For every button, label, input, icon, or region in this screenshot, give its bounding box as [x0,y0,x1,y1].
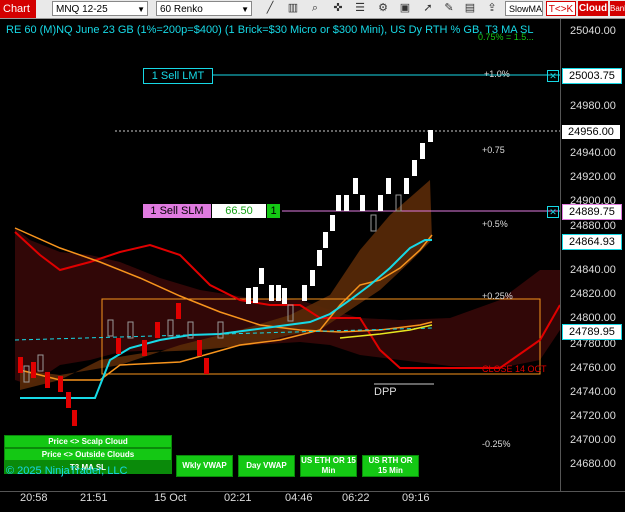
price-tick: 24920.00 [570,171,616,183]
level-minus-025: -0.25% [482,439,511,449]
price-tick: 24980.00 [570,100,616,112]
price-tick: 24680.00 [570,458,616,470]
instrument-selector[interactable]: MNQ 12-25 ▼ [52,1,148,16]
price-chart-svg [14,74,560,426]
instrument-label: MNQ 12-25 [56,4,108,15]
price-tick: 24820.00 [570,288,616,300]
level-plus-05: +0.5% [482,219,508,229]
chart-trader-icon[interactable]: ▤ [462,1,478,16]
time-tick: 04:46 [285,492,313,504]
bookmark-icon[interactable]: ▣ [397,1,413,16]
price-tick: 25040.00 [570,25,616,37]
time-tick: 21:51 [80,492,108,504]
price-tick: 24740.00 [570,386,616,398]
arrow-icon[interactable]: ➚ [420,1,436,16]
price-tick: 24840.00 [570,264,616,276]
last-price-tag: 24956.00 [562,125,620,139]
sell-lmt-order[interactable]: 1 Sell LMT [143,68,213,84]
slm-offset: 66.50 [212,204,266,218]
price-tick: 24800.00 [570,312,616,324]
wkly-vwap-button[interactable]: Wkly VWAP [176,455,233,477]
scalp-cloud-button[interactable]: Price <> Scalp Cloud [4,435,172,448]
chart-toolbar: Chart MNQ 12-25 ▼ 60 Renko ▼ ╱ ▥ ⌕ ✜ ☰ ⚙ ▣… [0,0,625,19]
indicator-label: SlowMA [509,4,543,14]
strategy-icon[interactable]: ⚙ [375,1,391,16]
interval-label: 60 Renko [160,4,203,15]
tk-button[interactable]: T<>K [546,1,576,16]
sell-lmt-price-tag: 25003.75 [562,68,622,84]
us-eth-or-button[interactable]: US ETH OR 15 Min [300,455,357,477]
price-tick: 24720.00 [570,410,616,422]
bars-icon[interactable]: ▥ [285,1,301,16]
price-tick: 24700.00 [570,434,616,446]
time-tick: 02:21 [224,492,252,504]
outside-clouds-button[interactable]: Price <> Outside Clouds [4,448,172,461]
chevron-down-icon: ▼ [241,5,249,14]
indicator-selector[interactable]: SlowMA [505,1,543,16]
time-tick: 20:58 [20,492,48,504]
price-tick: 24940.00 [570,147,616,159]
crosshair-icon[interactable]: ✜ [330,1,346,16]
slm-quantity[interactable]: 1 [267,204,280,218]
time-tick: 09:16 [402,492,430,504]
level-plus-1: +1.0% [484,69,510,79]
chart-tab[interactable]: Chart [0,0,36,18]
us-rth-or-button[interactable]: US RTH OR 15 Min [362,455,419,477]
zoom-icon[interactable]: ⌕ [307,1,323,16]
close-slm-icon[interactable]: ✕ [547,206,559,218]
price-tick: 24760.00 [570,362,616,374]
chevron-down-icon: ▼ [137,5,145,14]
close-lmt-icon[interactable]: ✕ [547,70,559,82]
level-plus-075: +0.75 [482,145,505,155]
properties-icon[interactable]: ☰ [352,1,368,16]
chart-title: RE 60 (M)NQ June 23 GB (1%=200p=$400) (1… [6,24,534,36]
bank-button[interactable]: Bank [610,1,625,16]
time-tick: 15 Oct [154,492,187,504]
top-right-text: 0.75% = 1.5... [478,32,534,42]
level-close: CLOSE 14 OCT [482,364,547,374]
lower-price-tag: 24789.95 [562,324,622,340]
share-icon[interactable]: ⇪ [484,1,500,16]
interval-selector[interactable]: 60 Renko ▼ [156,1,252,16]
copyright-text: © 2025 NinjaTrader, LLC [6,465,128,477]
dpp-label: DPP [374,386,397,398]
draw-line-icon[interactable]: ╱ [262,1,278,16]
cyan-price-tag: 24864.93 [562,234,622,250]
sell-slm-order[interactable]: 1 Sell SLM [143,204,211,218]
drawing-tools-icon[interactable]: ✎ [441,1,457,16]
time-tick: 06:22 [342,492,370,504]
price-tick: 24880.00 [570,220,616,232]
day-vwap-button[interactable]: Day VWAP [238,455,295,477]
chart-plot-area[interactable]: RE 60 (M)NQ June 23 GB (1%=200p=$400) (1… [0,19,560,491]
sell-slm-price-tag: 24889.75 [562,204,622,220]
level-plus-025: +0.25% [482,291,513,301]
cloud-button[interactable]: Cloud [578,1,608,16]
